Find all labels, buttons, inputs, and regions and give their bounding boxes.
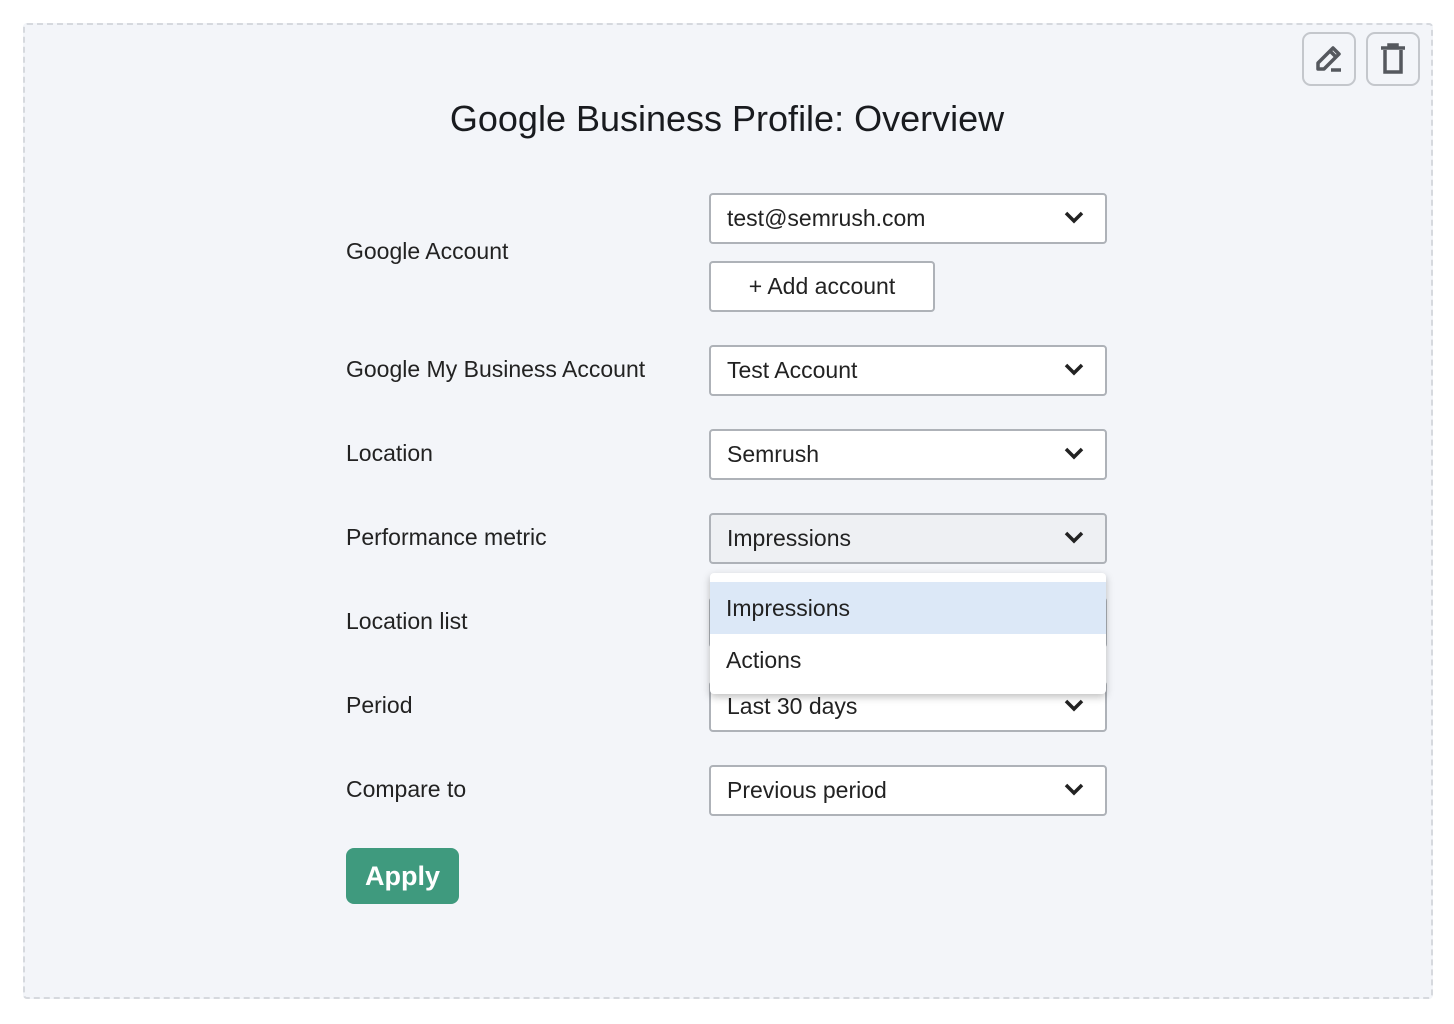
chevron-down-icon: [1064, 447, 1084, 460]
chevron-down-icon: [1064, 783, 1084, 796]
menu-option-actions[interactable]: Actions: [710, 634, 1106, 686]
select-value: Previous period: [727, 777, 887, 803]
label-gmb-account: Google My Business Account: [346, 356, 646, 382]
label-google-account: Google Account: [346, 238, 509, 264]
chevron-down-icon: [1064, 211, 1084, 224]
label-location-list: Location list: [346, 608, 468, 634]
menu-option-impressions[interactable]: Impressions: [710, 582, 1106, 634]
page-title: Google Business Profile: Overview: [449, 98, 1005, 139]
select-value: Test Account: [727, 357, 858, 383]
label-performance-metric: Performance metric: [346, 524, 547, 550]
select-location[interactable]: Semrush: [709, 429, 1107, 480]
label-location: Location: [346, 440, 433, 466]
select-google-account[interactable]: test@semrush.com: [709, 193, 1107, 244]
select-gmb-account[interactable]: Test Account: [709, 345, 1107, 396]
chevron-down-icon: [1064, 363, 1084, 376]
chevron-down-icon: [1064, 531, 1084, 544]
trash-icon: [1381, 43, 1405, 74]
label-compare-to: Compare to: [346, 776, 467, 802]
label-period: Period: [346, 692, 413, 718]
apply-button[interactable]: Apply: [346, 848, 459, 904]
metric-dropdown-menu: Impressions Actions: [710, 573, 1106, 694]
select-value: Impressions: [727, 525, 851, 551]
select-value: Semrush: [727, 441, 820, 467]
add-account-button[interactable]: + Add account: [709, 261, 935, 312]
select-compare-to[interactable]: Previous period: [709, 765, 1107, 816]
pencil-icon: [1316, 46, 1341, 72]
widget-card: [23, 23, 1433, 999]
select-performance-metric[interactable]: Impressions: [709, 513, 1107, 564]
chevron-down-icon: [1064, 699, 1084, 712]
select-value: test@semrush.com: [727, 205, 926, 231]
delete-button[interactable]: [1366, 32, 1420, 86]
select-value: Last 30 days: [727, 693, 858, 719]
edit-button[interactable]: [1302, 32, 1356, 86]
